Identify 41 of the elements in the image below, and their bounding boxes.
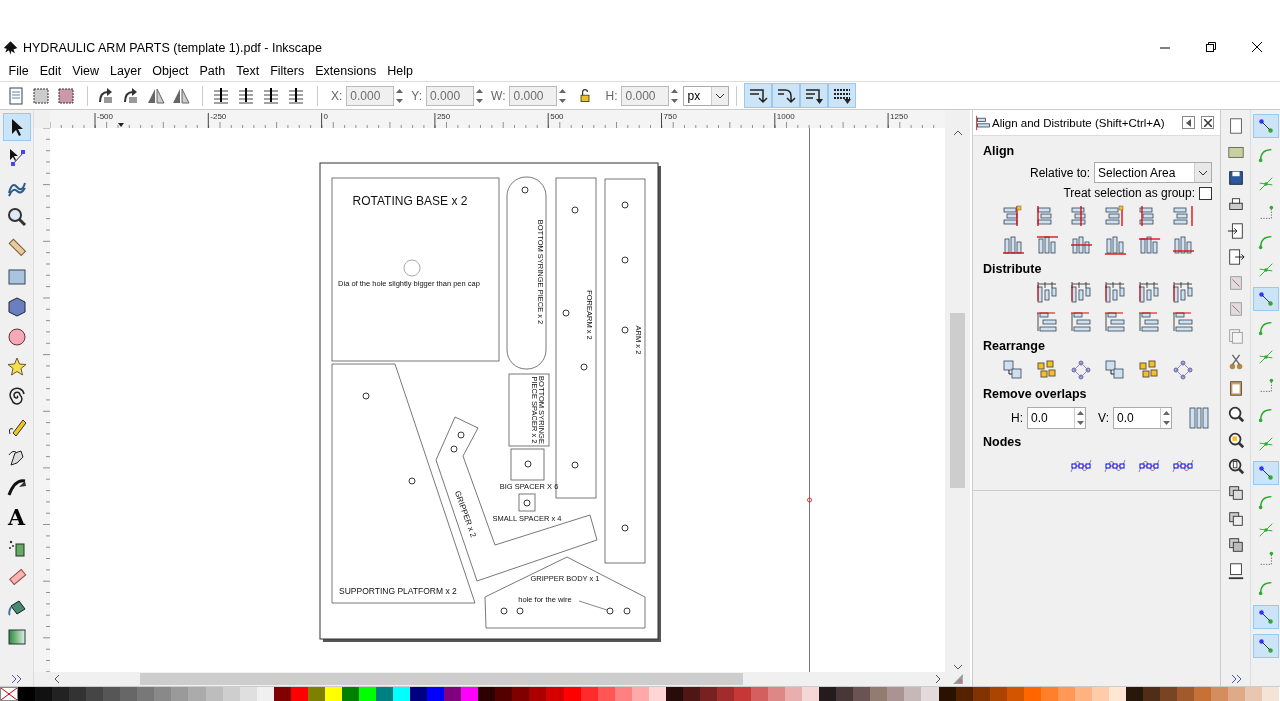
section-heading: Rearrange <box>983 339 1046 353</box>
menu-item[interactable]: Edit <box>34 61 67 80</box>
ruler-label: 1250 <box>890 112 908 121</box>
field-label: X: <box>331 88 343 103</box>
ruler-label: 1000 <box>776 112 795 121</box>
part-label: ROTATING BASE x 2 <box>352 194 468 208</box>
vertical-gap-field[interactable]: 0.0 <box>1113 407 1172 429</box>
horizontal-gap-field[interactable]: 0.0 <box>1027 407 1087 429</box>
ruler-label: 750 <box>663 112 677 121</box>
ruler-label: 500 <box>550 112 564 121</box>
unit-dropdown[interactable]: px <box>683 85 730 106</box>
menu-item[interactable]: Layer <box>104 61 147 80</box>
field-label: W: <box>491 88 506 103</box>
field-label: H: <box>605 88 618 103</box>
field-label: Relative to: <box>1029 165 1090 180</box>
menu-item[interactable]: View <box>66 61 105 80</box>
window-title: HYDRAULIC ARM PARTS (template 1).pdf - Inkscape <box>23 40 323 55</box>
ruler-label: -250 <box>210 112 227 121</box>
section-heading: Distribute <box>983 262 1043 276</box>
field-label: V: <box>1098 411 1109 425</box>
dialog-title: Align and Distribute (Shift+Ctrl+A) <box>992 116 1166 129</box>
section-heading: Nodes <box>983 435 1023 449</box>
text-tool-button[interactable]: A <box>2 503 31 531</box>
menu-item[interactable]: File <box>3 61 35 80</box>
relative-to-dropdown[interactable]: Selection Area <box>1094 162 1212 183</box>
field-label: Y: <box>411 88 423 103</box>
field-label: H: <box>1011 411 1024 425</box>
menu-item[interactable]: Path <box>194 61 231 80</box>
menu-item[interactable]: Object <box>146 61 194 80</box>
ruler-label: -500 <box>97 112 113 121</box>
section-heading: Remove overlaps <box>983 387 1088 401</box>
menu-item[interactable]: Extensions <box>309 61 382 80</box>
ruler-label: 250 <box>436 112 451 121</box>
text-tool-glyph: A <box>7 506 26 528</box>
menu-item[interactable]: Help <box>381 61 419 80</box>
menu-item[interactable]: Text <box>230 61 265 80</box>
ruler-label: 0 <box>323 112 329 121</box>
menu-item[interactable]: Filters <box>264 61 310 80</box>
part-label: SUPPORTING PLATFORM x 2 <box>339 586 457 596</box>
section-heading: Align <box>983 144 1016 158</box>
checkbox-label: Treat selection as group: <box>1063 186 1195 200</box>
